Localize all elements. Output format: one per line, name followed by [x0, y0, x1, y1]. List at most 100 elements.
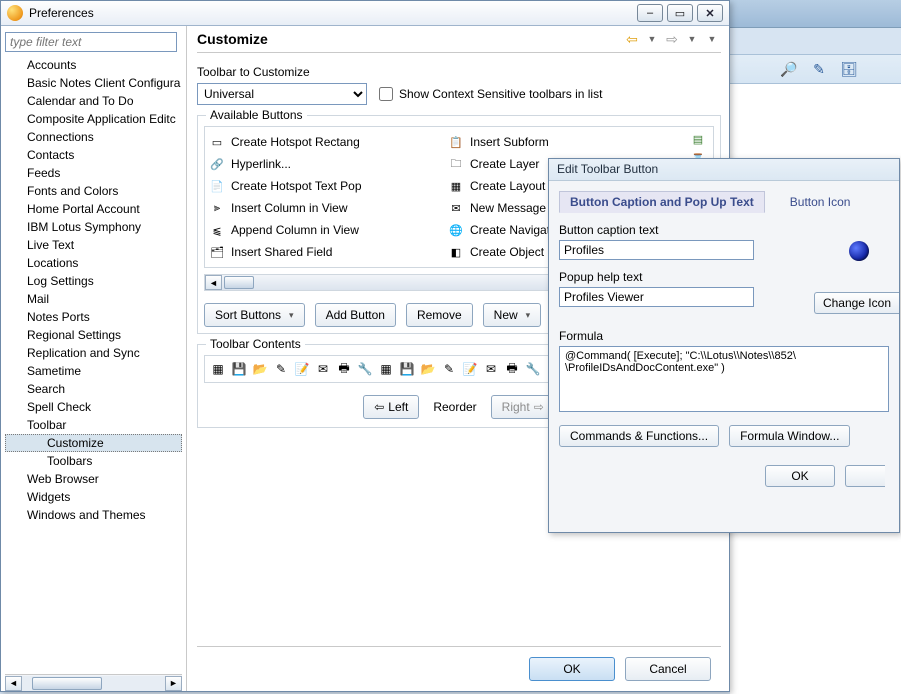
tree-item[interactable]: Composite Application Editc	[5, 110, 182, 128]
scroll-left-button[interactable]: ◄	[5, 676, 22, 691]
scroll-left-button[interactable]: ◄	[205, 275, 222, 290]
tree-item[interactable]: Sametime	[5, 362, 182, 380]
new-message-icon: ✉	[448, 200, 464, 216]
tree-item[interactable]: Notes Ports	[5, 308, 182, 326]
scroll-track[interactable]	[22, 676, 165, 691]
new-button[interactable]: New	[483, 303, 542, 327]
edit-dialog-title[interactable]: Edit Toolbar Button	[549, 159, 899, 181]
available-button-item[interactable]: 📄Create Hotspot Text Pop	[209, 175, 448, 197]
close-button[interactable]: ✕	[697, 4, 723, 22]
app-icon	[7, 5, 23, 21]
available-button-item[interactable]: ⫸Insert Column in View	[209, 197, 448, 219]
tree-item[interactable]: Contacts	[5, 146, 182, 164]
cancel-button[interactable]: Cancel	[625, 657, 711, 681]
edit-cancel-button[interactable]	[845, 465, 885, 487]
filter-input[interactable]	[5, 32, 177, 52]
tree-item[interactable]: Web Browser	[5, 470, 182, 488]
background-titlebar	[730, 0, 901, 28]
tree-item[interactable]: Live Text	[5, 236, 182, 254]
tree-item[interactable]: Calendar and To Do	[5, 92, 182, 110]
save-icon[interactable]: 💾	[398, 360, 416, 378]
folder-open-icon[interactable]: 📂	[251, 360, 269, 378]
tree-item[interactable]: Replication and Sync	[5, 344, 182, 362]
available-button-item[interactable]: 📋Insert Subform	[448, 131, 687, 153]
sort-buttons-button[interactable]: Sort Buttons	[204, 303, 305, 327]
tree-item[interactable]: Accounts	[5, 56, 182, 74]
tree-item[interactable]: Locations	[5, 254, 182, 272]
tab-icon[interactable]: Button Icon	[779, 191, 862, 213]
scroll-thumb[interactable]	[32, 677, 102, 690]
preferences-tree[interactable]: Accounts Basic Notes Client Configura Ca…	[5, 56, 182, 674]
tree-item[interactable]: Mail	[5, 290, 182, 308]
popup-input[interactable]	[559, 287, 754, 307]
nav-back-menu-icon[interactable]: ▼	[643, 30, 661, 48]
tree-item-toolbars[interactable]: Toolbars	[5, 452, 182, 470]
tree-item[interactable]: Feeds	[5, 164, 182, 182]
tab-caption[interactable]: Button Caption and Pop Up Text	[559, 191, 765, 213]
scroll-right-button[interactable]: ►	[165, 676, 182, 691]
tree-item-toolbar[interactable]: Toolbar	[5, 416, 182, 434]
tree-horizontal-scrollbar[interactable]: ◄ ►	[5, 674, 182, 691]
mail-icon[interactable]: ✉	[482, 360, 500, 378]
binoculars-icon[interactable]: 🔎	[780, 60, 798, 78]
tool-icon[interactable]: 🔧	[524, 360, 542, 378]
tool-icon[interactable]: 🔧	[356, 360, 374, 378]
folder-open-icon[interactable]: 📂	[419, 360, 437, 378]
tool-icon[interactable]: ▦	[209, 360, 227, 378]
available-button-item[interactable]: 🗂Insert Shared Field	[209, 241, 448, 263]
arrow-left-icon: ⇦	[374, 400, 384, 414]
tree-item[interactable]: Windows and Themes	[5, 506, 182, 524]
show-context-checkbox[interactable]	[379, 87, 393, 101]
formula-window-button[interactable]: Formula Window...	[729, 425, 850, 447]
change-icon-button[interactable]: Change Icon	[814, 292, 899, 314]
mail-icon[interactable]: ✉	[314, 360, 332, 378]
save-icon[interactable]: 💾	[230, 360, 248, 378]
tree-item[interactable]: Widgets	[5, 488, 182, 506]
tree-item[interactable]: Fonts and Colors	[5, 182, 182, 200]
tree-item[interactable]: Home Portal Account	[5, 200, 182, 218]
separator	[197, 52, 721, 53]
window-title: Preferences	[29, 6, 94, 20]
tree-item[interactable]: IBM Lotus Symphony	[5, 218, 182, 236]
available-button-item[interactable]: 🔗Hyperlink...	[209, 153, 448, 175]
tree-item[interactable]: Connections	[5, 128, 182, 146]
ok-button[interactable]: OK	[529, 657, 615, 681]
preferences-titlebar[interactable]: Preferences – ▭ ✕	[1, 1, 729, 26]
tree-item-customize[interactable]: Customize	[5, 434, 182, 452]
toolbar-combo[interactable]: Universal	[197, 83, 367, 105]
tree-item[interactable]: Spell Check	[5, 398, 182, 416]
reorder-left-button[interactable]: ⇦Left	[363, 395, 419, 419]
tool-icon[interactable]: ▦	[377, 360, 395, 378]
print-icon[interactable]: 🖶	[503, 360, 521, 378]
edit-icon[interactable]: ✎	[810, 60, 828, 78]
nav-forward-menu-icon[interactable]: ▼	[683, 30, 701, 48]
available-button-item[interactable]: ▭Create Hotspot Rectang	[209, 131, 448, 153]
nav-menu-icon[interactable]: ▼	[703, 30, 721, 48]
minimize-button[interactable]: –	[637, 4, 663, 22]
maximize-button[interactable]: ▭	[667, 4, 693, 22]
reorder-label: Reorder	[433, 400, 476, 414]
print-icon[interactable]: 🖶	[335, 360, 353, 378]
nav-forward-icon[interactable]: ⇨	[663, 30, 681, 48]
tree-item[interactable]: Log Settings	[5, 272, 182, 290]
edit-icon[interactable]: ✎	[272, 360, 290, 378]
reorder-right-button[interactable]: Right⇨	[491, 395, 555, 419]
edit-ok-button[interactable]: OK	[765, 465, 835, 487]
tree-item[interactable]: Basic Notes Client Configura	[5, 74, 182, 92]
insert-column-icon: ⫸	[209, 200, 225, 216]
edit-doc-icon[interactable]: 📝	[461, 360, 479, 378]
remove-button[interactable]: Remove	[406, 303, 473, 327]
add-button-button[interactable]: Add Button	[315, 303, 396, 327]
formula-textarea[interactable]: @Command( [Execute]; "C:\\Lotus\\Notes\\…	[559, 346, 889, 412]
scroll-thumb[interactable]	[224, 276, 254, 289]
db-icon[interactable]: 🗄	[840, 60, 858, 78]
edit-doc-icon[interactable]: 📝	[293, 360, 311, 378]
tree-item[interactable]: Search	[5, 380, 182, 398]
available-button-item[interactable]: ⫹Append Column in View	[209, 219, 448, 241]
caption-input[interactable]	[559, 240, 754, 260]
nav-back-icon[interactable]: ⇦	[623, 30, 641, 48]
tree-item[interactable]: Regional Settings	[5, 326, 182, 344]
edit-icon[interactable]: ✎	[440, 360, 458, 378]
commands-functions-button[interactable]: Commands & Functions...	[559, 425, 719, 447]
preferences-tree-pane: Accounts Basic Notes Client Configura Ca…	[1, 26, 187, 691]
